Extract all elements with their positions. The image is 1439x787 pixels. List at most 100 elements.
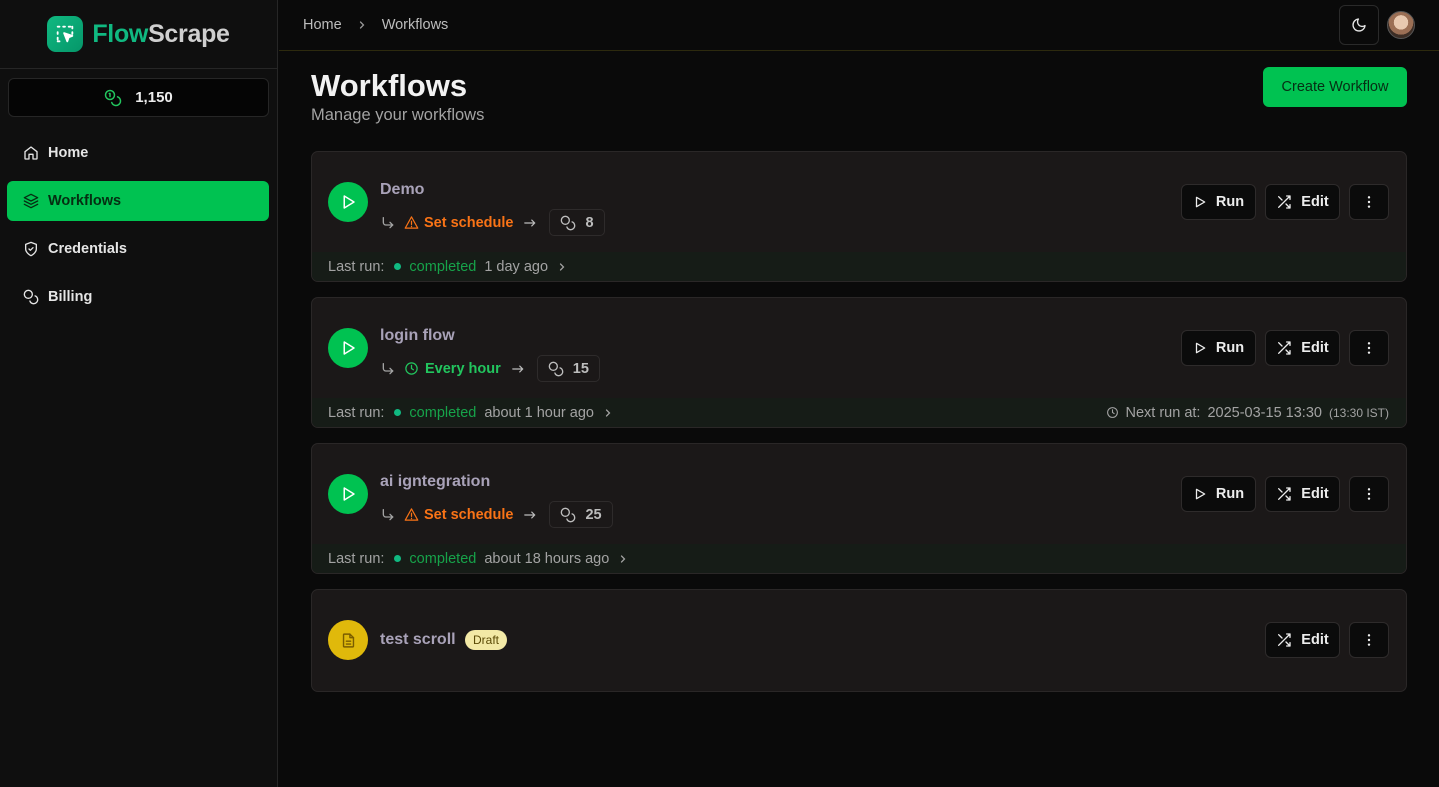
- last-run-label: Last run:: [328, 258, 385, 275]
- credits-count: 8: [585, 214, 594, 231]
- breadcrumb-current[interactable]: Workflows: [382, 17, 449, 33]
- shuffle-icon: [1276, 340, 1292, 356]
- shuffle-icon: [1276, 194, 1292, 210]
- last-run-time: 1 day ago: [484, 258, 549, 275]
- clock-icon: [404, 361, 419, 376]
- run-status: completed: [409, 550, 477, 567]
- edit-button[interactable]: Edit: [1265, 330, 1340, 366]
- theme-toggle-button[interactable]: [1339, 5, 1379, 45]
- sidebar-item-home[interactable]: Home: [7, 133, 269, 173]
- more-options-button[interactable]: [1349, 622, 1389, 658]
- avatar[interactable]: [1387, 11, 1415, 39]
- breadcrumb-home[interactable]: Home: [303, 17, 342, 33]
- status-dot: [394, 409, 402, 416]
- next-run-label: Next run at:: [1125, 404, 1201, 421]
- workflow-meta: Every hour 15: [380, 355, 600, 382]
- chevron-right-icon: [617, 553, 629, 565]
- top-actions: [1339, 5, 1415, 45]
- credits-count: 15: [572, 360, 589, 377]
- shuffle-icon: [1276, 632, 1292, 648]
- coins-icon: [23, 289, 39, 305]
- warning-icon: [404, 507, 419, 522]
- run-button[interactable]: Run: [1181, 184, 1256, 220]
- more-options-button[interactable]: [1349, 184, 1389, 220]
- page-title: Workflows: [311, 68, 468, 103]
- sidebar-item-label: Home: [48, 145, 89, 161]
- shuffle-icon: [1276, 486, 1292, 502]
- sidebar-nav: Home Workflows Credentials Billing: [7, 133, 269, 325]
- next-run-time: 2025-03-15 13:30: [1207, 404, 1322, 421]
- chevron-right-icon: [602, 407, 614, 419]
- logo-icon: [47, 16, 84, 52]
- more-vertical-icon: [1361, 340, 1377, 356]
- run-label: Run: [1215, 194, 1245, 210]
- run-status: completed: [409, 404, 477, 421]
- app-name-part1: Flow: [92, 19, 149, 48]
- sidebar-item-label: Workflows: [48, 193, 122, 209]
- last-run-bar[interactable]: Last run: completed about 18 hours ago: [312, 544, 1406, 573]
- status-dot: [394, 263, 402, 270]
- more-vertical-icon: [1361, 194, 1377, 210]
- more-options-button[interactable]: [1349, 330, 1389, 366]
- app-name: FlowScrape: [92, 19, 230, 49]
- sidebar-item-credentials[interactable]: Credentials: [7, 229, 269, 269]
- run-label: Run: [1215, 340, 1245, 356]
- workflow-name[interactable]: test scroll: [380, 631, 456, 649]
- play-icon: [328, 182, 368, 222]
- last-run-label: Last run:: [328, 404, 385, 421]
- schedule-label: Set schedule: [424, 506, 514, 523]
- run-button[interactable]: Run: [1181, 330, 1256, 366]
- logo[interactable]: FlowScrape: [0, 0, 277, 69]
- layers-icon: [23, 193, 39, 209]
- workflow-name[interactable]: login flow: [380, 327, 455, 345]
- coins-icon: [548, 361, 564, 377]
- edit-label: Edit: [1301, 340, 1329, 356]
- run-button[interactable]: Run: [1181, 476, 1256, 512]
- workflow-name[interactable]: ai igntegration: [380, 473, 490, 491]
- run-label: Run: [1215, 486, 1245, 502]
- sidebar-item-label: Credentials: [48, 241, 127, 257]
- edit-button[interactable]: Edit: [1265, 622, 1340, 658]
- workflow-actions: Run Edit: [1181, 476, 1389, 512]
- workflow-actions: Run Edit: [1181, 184, 1389, 220]
- workflow-name[interactable]: Demo: [380, 181, 424, 199]
- set-schedule-button[interactable]: Set schedule: [404, 507, 513, 523]
- workflow-meta: Set schedule 25: [380, 501, 613, 528]
- set-schedule-button[interactable]: Set schedule: [404, 215, 513, 231]
- play-icon: [1193, 341, 1207, 355]
- last-run-bar[interactable]: Last run: completed 1 day ago: [312, 252, 1406, 281]
- sidebar-item-billing[interactable]: Billing: [7, 277, 269, 317]
- create-workflow-button[interactable]: Create Workflow: [1263, 67, 1407, 107]
- warning-icon: [404, 215, 419, 230]
- credits-chip: 15: [536, 355, 600, 382]
- sidebar-item-workflows[interactable]: Workflows: [7, 181, 269, 221]
- last-run-time: about 1 hour ago: [484, 404, 594, 421]
- next-run-timezone: (13:30 IST): [1328, 405, 1389, 420]
- status-dot: [394, 555, 402, 562]
- play-icon: [328, 328, 368, 368]
- workflow-card: ai igntegration Set schedule 25 Run Edit…: [311, 443, 1407, 574]
- breadcrumb: Home Workflows: [303, 17, 448, 33]
- schedule-button[interactable]: Every hour: [404, 361, 501, 377]
- moon-icon: [1351, 17, 1367, 33]
- corner-down-right-icon: [380, 361, 396, 377]
- last-run-bar[interactable]: Last run: completed about 1 hour ago Nex…: [312, 398, 1406, 427]
- more-vertical-icon: [1361, 486, 1377, 502]
- shield-icon: [23, 241, 39, 257]
- arrow-right-icon: [521, 216, 539, 230]
- more-options-button[interactable]: [1349, 476, 1389, 512]
- last-run-label: Last run:: [328, 550, 385, 567]
- play-icon: [328, 474, 368, 514]
- last-run-time: about 18 hours ago: [484, 550, 610, 567]
- credits-value: 1,150: [135, 89, 173, 106]
- edit-button[interactable]: Edit: [1265, 476, 1340, 512]
- coins-icon: [104, 89, 122, 107]
- clock-icon: [1106, 406, 1119, 419]
- edit-label: Edit: [1301, 486, 1329, 502]
- credits-chip: 25: [549, 501, 613, 528]
- more-vertical-icon: [1361, 632, 1377, 648]
- credits-display[interactable]: 1,150: [8, 78, 269, 117]
- workflow-card: Demo Set schedule 8 Run Edit Last run: c…: [311, 151, 1407, 282]
- next-run-info: Next run at: 2025-03-15 13:30 (13:30 IST…: [1106, 405, 1389, 421]
- edit-button[interactable]: Edit: [1265, 184, 1340, 220]
